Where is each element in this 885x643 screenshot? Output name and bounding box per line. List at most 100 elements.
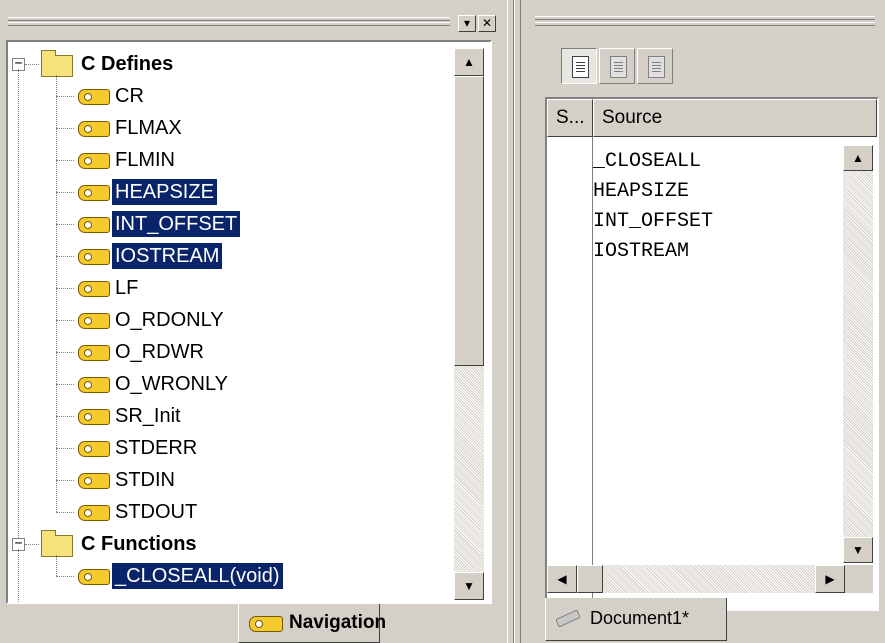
symbol-tree[interactable]: − C Defines CR FLMAX FLMIN HEAPSIZE INT_OFFSET… <box>6 40 492 604</box>
tree-item[interactable]: CR <box>8 80 458 112</box>
tag-icon <box>78 441 110 457</box>
tree-connector <box>56 512 74 513</box>
tree-connector <box>56 555 57 576</box>
tree-connector <box>18 549 19 602</box>
tree-item-label: IOSTREAM <box>112 243 223 269</box>
tag-icon <box>78 153 110 169</box>
tree-item[interactable]: STDERR <box>8 432 458 464</box>
tag-icon <box>78 345 110 361</box>
scroll-left-button[interactable]: ◀ <box>547 565 577 593</box>
scroll-right-button[interactable]: ▶ <box>815 565 845 593</box>
titlebar-grip <box>8 22 450 26</box>
tree-item[interactable]: INT_OFFSET <box>8 208 458 240</box>
tab-document1[interactable]: Document1* <box>545 598 727 641</box>
tree-item-label: FLMAX <box>115 117 182 139</box>
tree-item[interactable]: IOSTREAM <box>8 240 458 272</box>
scroll-down-button[interactable]: ▼ <box>843 537 873 563</box>
source-row[interactable]: IOSTREAM <box>593 237 689 267</box>
tree-item[interactable]: SR_Init <box>8 400 458 432</box>
tree-item-label: LF <box>115 277 139 299</box>
tree-item[interactable]: STDIN <box>8 464 458 496</box>
tree-group-label: C Functions <box>81 533 197 555</box>
tree-item[interactable]: O_RDONLY <box>8 304 458 336</box>
tree-item[interactable]: STDOUT <box>8 496 458 528</box>
scroll-track[interactable] <box>603 565 815 593</box>
tree-group-label: C Defines <box>81 53 174 75</box>
pane-splitter[interactable] <box>505 0 523 643</box>
arrow-down-icon: ▼ <box>852 543 864 557</box>
tree-connector <box>56 96 74 97</box>
scroll-track[interactable] <box>843 171 873 537</box>
scroll-down-button[interactable]: ▼ <box>454 572 484 600</box>
arrow-left-icon: ◀ <box>557 572 567 586</box>
tree-item[interactable]: _CLOSEALL(void) <box>8 560 458 592</box>
arrow-up-icon: ▲ <box>463 55 475 69</box>
scroll-up-button[interactable]: ▲ <box>454 48 484 76</box>
tab-document1-label: Document1* <box>590 608 690 628</box>
tag-icon <box>78 217 110 233</box>
source-horizontal-scrollbar[interactable]: ◀ ▶ <box>547 565 845 593</box>
scroll-thumb[interactable] <box>454 76 484 366</box>
titlebar-grip <box>535 16 875 20</box>
tree-item-label: HEAPSIZE <box>112 179 217 205</box>
tree-group[interactable]: − C Functions <box>8 528 458 560</box>
scroll-up-button[interactable]: ▲ <box>843 145 873 171</box>
tree-connector <box>56 128 74 129</box>
column-header-status[interactable]: S... <box>547 99 593 137</box>
tree-connector <box>56 480 74 481</box>
tree-item-label: FLMIN <box>115 149 175 171</box>
column-header-source[interactable]: Source <box>593 99 877 137</box>
tag-icon <box>78 505 110 521</box>
navigation-pane: ▾ ✕ − C Defines CR FLMAX FLMIN HEAPSIZE INT_OF… <box>0 0 505 643</box>
pane-menu-button[interactable]: ▾ <box>458 15 476 32</box>
source-row[interactable]: INT_OFFSET <box>593 207 713 237</box>
tab-navigation-label: Navigation <box>289 612 387 633</box>
tree-item[interactable]: FLMAX <box>8 112 458 144</box>
tree-vertical-scrollbar[interactable]: ▲ ▼ <box>454 48 484 600</box>
titlebar-grip <box>8 17 450 21</box>
source-vertical-scrollbar[interactable]: ▲ ▼ <box>843 145 873 563</box>
tree-connector <box>25 64 39 65</box>
document-compare-icon <box>648 56 665 78</box>
tree-connector <box>56 576 74 577</box>
tree-group[interactable]: − C Defines <box>8 48 458 80</box>
tag-icon <box>78 409 110 425</box>
tree-item[interactable]: O_RDWR <box>8 336 458 368</box>
tag-icon <box>78 121 110 137</box>
tree-item[interactable]: HEAPSIZE <box>8 176 458 208</box>
tree-item-label: O_RDONLY <box>115 309 224 331</box>
tree-item-label: CR <box>115 85 144 107</box>
source-row[interactable]: _CLOSEALL <box>593 147 701 177</box>
tree-connector <box>56 384 74 385</box>
pane-close-button[interactable]: ✕ <box>478 15 496 32</box>
tag-icon <box>78 569 110 585</box>
tree-connector <box>18 69 19 538</box>
tree-item[interactable]: LF <box>8 272 458 304</box>
tree-item[interactable]: FLMIN <box>8 144 458 176</box>
source-row[interactable]: HEAPSIZE <box>593 177 689 207</box>
document-icon <box>572 56 589 78</box>
scroll-track[interactable] <box>454 366 484 572</box>
tag-icon <box>78 249 110 265</box>
copy-source-button[interactable] <box>599 48 635 84</box>
tree-item-label: O_RDWR <box>115 341 204 363</box>
tab-navigation[interactable]: Navigation <box>238 604 386 643</box>
tree-connector <box>56 75 57 512</box>
tree-connector <box>56 288 74 289</box>
close-icon: ✕ <box>481 16 493 30</box>
tree-item-label: INT_OFFSET <box>112 211 241 237</box>
view-source-button[interactable] <box>561 48 597 84</box>
tree-connector <box>56 192 74 193</box>
scroll-thumb[interactable] <box>577 565 603 593</box>
tree-item[interactable]: O_WRONLY <box>8 368 458 400</box>
source-pane: S... Source _CLOSEALL HEAPSIZE INT_OFFSE… <box>523 0 885 643</box>
tree-connector <box>56 448 74 449</box>
scroll-corner <box>845 565 873 593</box>
source-list[interactable]: S... Source _CLOSEALL HEAPSIZE INT_OFFSE… <box>545 97 879 611</box>
tree-connector <box>56 352 74 353</box>
navigation-titlebar[interactable]: ▾ ✕ <box>6 12 501 34</box>
tag-icon <box>78 377 110 393</box>
arrow-right-icon: ▶ <box>825 572 835 586</box>
tree-item-label: _CLOSEALL(void) <box>112 563 283 589</box>
compare-source-button[interactable] <box>637 48 673 84</box>
